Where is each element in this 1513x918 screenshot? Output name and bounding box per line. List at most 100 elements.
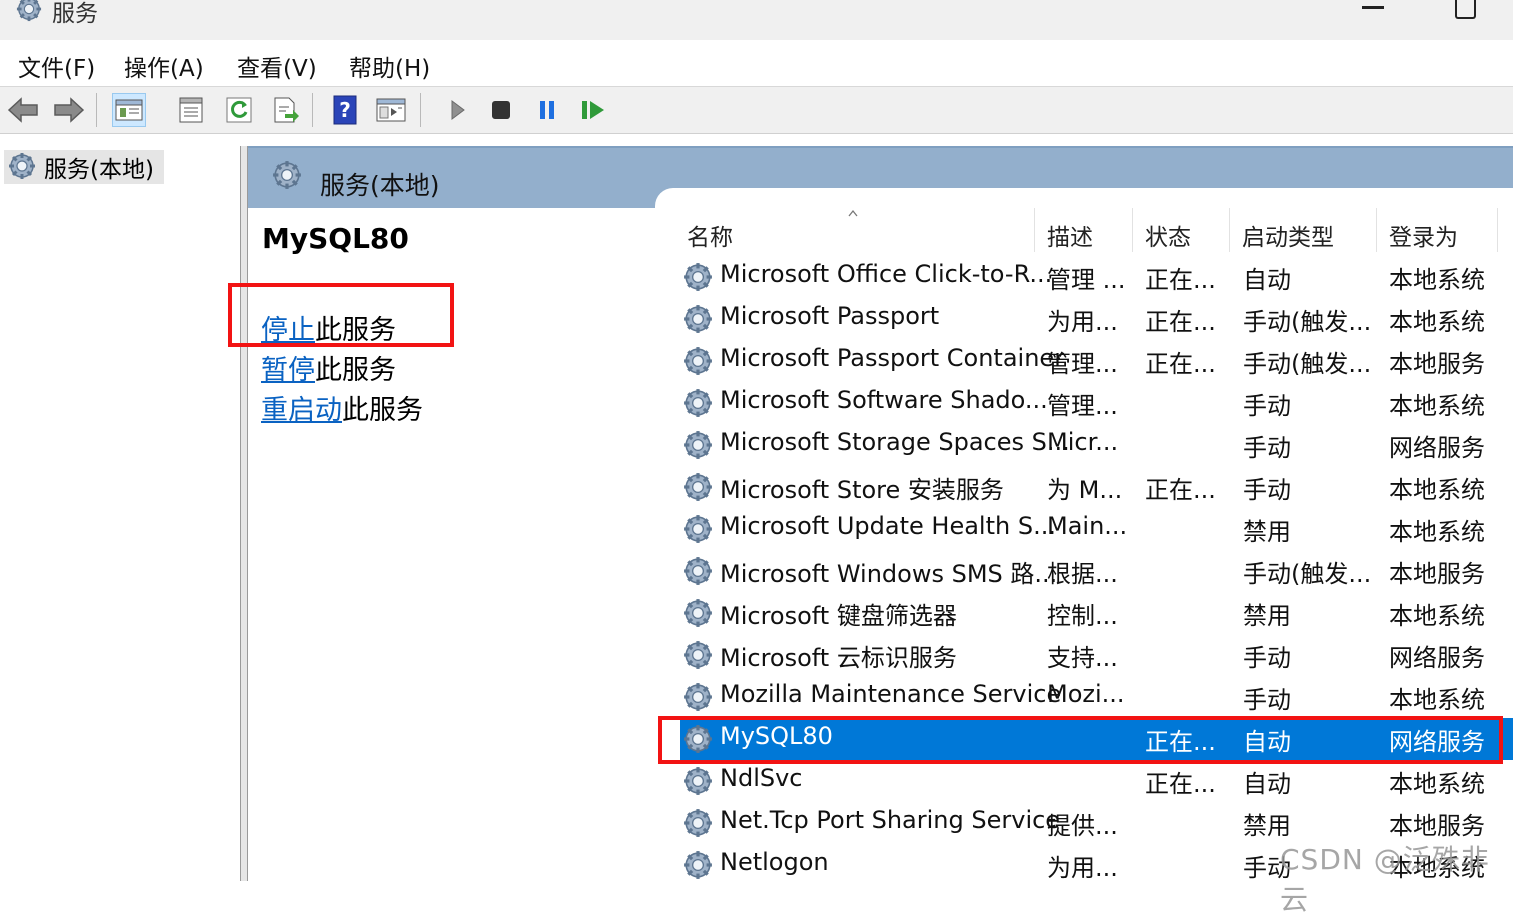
service-log-on-as: 本地系统	[1389, 518, 1485, 546]
service-gear-icon	[683, 766, 713, 796]
table-row[interactable]: Microsoft Update Health S... Main... 禁用 …	[680, 508, 1513, 550]
service-startup-type: 手动(触发...	[1243, 560, 1372, 588]
service-gear-icon	[683, 556, 713, 586]
menu-help[interactable]: 帮助(H)	[349, 49, 430, 83]
table-row[interactable]: Microsoft Passport Container 管理... 正在...…	[680, 340, 1513, 382]
service-description: 为用...	[1047, 854, 1118, 881]
forward-icon[interactable]	[52, 93, 86, 127]
refresh-icon[interactable]	[222, 93, 256, 127]
menu-action[interactable]: 操作(A)	[124, 49, 204, 83]
service-name: Microsoft Storage Spaces S...	[720, 428, 1070, 456]
service-gear-icon	[683, 640, 713, 670]
service-name: Microsoft 键盘筛选器	[720, 602, 957, 630]
table-row[interactable]: Microsoft 云标识服务 支持... 手动 网络服务	[680, 634, 1513, 676]
export-list-icon[interactable]	[268, 93, 302, 127]
column-separator[interactable]	[1497, 208, 1498, 252]
service-log-on-as: 本地服务	[1389, 812, 1485, 840]
start-service-icon[interactable]	[440, 93, 474, 127]
service-gear-icon	[683, 472, 713, 502]
service-status: 正在...	[1145, 266, 1216, 294]
maximize-button[interactable]	[1455, 0, 1476, 19]
service-name: Net.Tcp Port Sharing Service	[720, 806, 1061, 834]
table-row[interactable]: Microsoft Storage Spaces S... Micr... 手动…	[680, 424, 1513, 466]
service-gear-icon	[683, 682, 713, 712]
column-header-name[interactable]: 名称	[687, 218, 733, 252]
show-tree-icon[interactable]	[112, 93, 146, 127]
help-icon[interactable]: ?	[328, 93, 362, 127]
service-gear-icon	[683, 430, 713, 460]
service-description: 管理...	[1047, 350, 1118, 378]
service-startup-type: 自动	[1243, 770, 1291, 798]
restart-service-action: 重启动此服务	[261, 388, 423, 427]
action-pane-icon[interactable]	[374, 93, 408, 127]
services-icon	[8, 152, 36, 180]
service-gear-icon	[683, 388, 713, 418]
service-name: Netlogon	[720, 848, 829, 876]
service-description: Mozi...	[1047, 680, 1125, 708]
tree-node-services-local[interactable]: 服务(本地)	[4, 150, 164, 184]
column-header-startup-type[interactable]: 启动类型	[1242, 218, 1334, 252]
service-startup-type: 手动	[1243, 686, 1291, 714]
back-icon[interactable]	[6, 93, 40, 127]
tree-node-label: 服务(本地)	[44, 157, 154, 183]
minimize-button[interactable]	[1362, 6, 1384, 9]
service-gear-icon	[683, 808, 713, 838]
menu-file[interactable]: 文件(F)	[18, 49, 95, 83]
service-description: 为用...	[1047, 308, 1118, 336]
menu-view[interactable]: 查看(V)	[237, 49, 317, 83]
service-status: 正在...	[1145, 770, 1216, 798]
toolbar: ?	[0, 87, 1513, 134]
column-separator[interactable]	[1376, 208, 1377, 252]
service-description: 提供...	[1047, 812, 1118, 840]
pause-service-icon[interactable]	[530, 93, 564, 127]
table-row[interactable]: Microsoft Office Click-to-R... 管理 ... 正在…	[680, 256, 1513, 298]
service-startup-type: 禁用	[1243, 518, 1291, 546]
service-startup-type: 手动(触发...	[1243, 350, 1372, 378]
column-header-log-on-as[interactable]: 登录为	[1389, 218, 1458, 252]
service-name: Microsoft Store 安装服务	[720, 476, 1004, 504]
restart-service-link[interactable]: 重启动	[261, 395, 342, 426]
column-header-status[interactable]: 状态	[1145, 218, 1191, 252]
column-separator[interactable]	[1132, 208, 1133, 252]
service-log-on-as: 本地系统	[1389, 602, 1485, 630]
service-description: 为 M...	[1047, 476, 1123, 504]
service-startup-type: 禁用	[1243, 812, 1291, 840]
service-log-on-as: 网络服务	[1389, 644, 1485, 672]
column-separator[interactable]	[1034, 208, 1035, 252]
sort-ascending-icon	[848, 209, 858, 217]
pane-splitter[interactable]	[240, 146, 248, 881]
service-name: Microsoft Windows SMS 路...	[720, 560, 1058, 588]
table-row[interactable]: Mozilla Maintenance Service Mozi... 手动 本…	[680, 676, 1513, 718]
menu-bar: 文件(F) 操作(A) 查看(V) 帮助(H)	[0, 40, 1513, 87]
table-row[interactable]: Microsoft Store 安装服务 为 M... 正在... 手动 本地系…	[680, 466, 1513, 508]
table-row[interactable]: Microsoft Passport 为用... 正在... 手动(触发... …	[680, 298, 1513, 340]
service-gear-icon	[683, 514, 713, 544]
service-log-on-as: 本地系统	[1389, 266, 1485, 294]
service-description: 根据...	[1047, 560, 1118, 588]
service-log-on-as: 本地服务	[1389, 350, 1485, 378]
service-log-on-as: 本地系统	[1389, 308, 1485, 336]
service-startup-type: 手动	[1243, 392, 1291, 420]
pause-service-link[interactable]: 暂停	[261, 355, 315, 386]
table-row[interactable]: Microsoft Software Shado... 管理... 手动 本地系…	[680, 382, 1513, 424]
column-header-description[interactable]: 描述	[1047, 218, 1093, 252]
restart-service-icon[interactable]	[576, 93, 610, 127]
service-description: 控制...	[1047, 602, 1118, 630]
column-separator[interactable]	[1229, 208, 1230, 252]
service-startup-type: 自动	[1243, 266, 1291, 294]
properties-icon[interactable]	[174, 93, 208, 127]
service-status: 正在...	[1145, 476, 1216, 504]
highlight-box-mysql-row	[658, 716, 1503, 764]
stop-service-icon[interactable]	[484, 93, 518, 127]
service-description: 管理...	[1047, 392, 1118, 420]
table-row[interactable]: Microsoft 键盘筛选器 控制... 禁用 本地系统	[680, 592, 1513, 634]
service-startup-type: 手动(触发...	[1243, 308, 1372, 336]
service-name: NdlSvc	[720, 764, 803, 792]
table-row[interactable]: NdlSvc 正在... 自动 本地系统	[680, 760, 1513, 802]
csdn-watermark: CSDN @泛殊非云	[1280, 843, 1490, 916]
table-row[interactable]: Microsoft Windows SMS 路... 根据... 手动(触发..…	[680, 550, 1513, 592]
service-name: Microsoft Office Click-to-R...	[720, 260, 1053, 288]
services-app-icon	[15, 0, 43, 22]
pause-service-action: 暂停此服务	[261, 348, 396, 387]
service-description: Micr...	[1047, 428, 1119, 456]
